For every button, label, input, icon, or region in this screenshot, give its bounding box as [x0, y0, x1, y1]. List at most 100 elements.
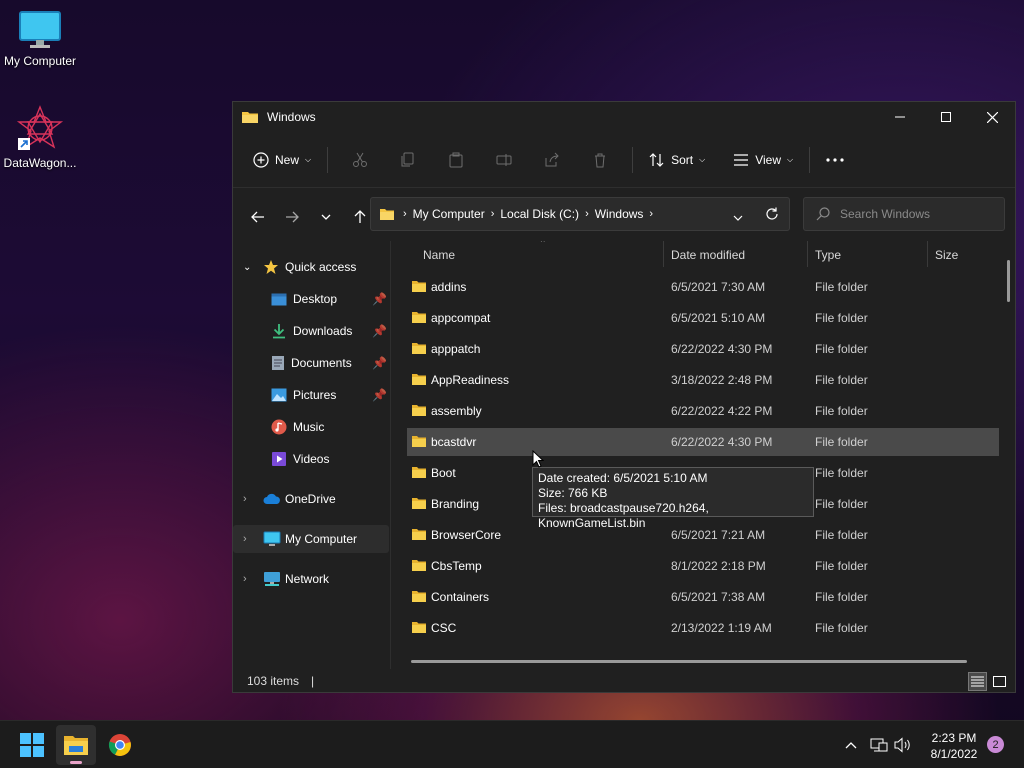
- minimize-button[interactable]: [877, 102, 923, 132]
- show-hidden-icons-button[interactable]: [840, 721, 862, 768]
- close-button[interactable]: [969, 102, 1015, 132]
- folder-icon: [412, 560, 426, 571]
- back-button[interactable]: [241, 202, 275, 232]
- search-icon: [816, 207, 830, 221]
- monitor-icon: [263, 531, 281, 546]
- chevron-right-icon[interactable]: ›: [243, 573, 263, 585]
- file-name: BrowserCore: [431, 528, 502, 542]
- nav-label: Network: [285, 572, 330, 586]
- chevron-right-icon[interactable]: ›: [243, 493, 263, 505]
- sort-button[interactable]: Sort ⌵: [641, 143, 713, 177]
- copy-button[interactable]: [384, 143, 432, 177]
- network-tray-button[interactable]: [868, 721, 890, 768]
- recent-locations-button[interactable]: [309, 202, 343, 232]
- table-row[interactable]: bcastdvr 6/22/2022 4:30 PM File folder: [407, 428, 999, 456]
- vertical-scrollbar[interactable]: [1007, 260, 1010, 302]
- table-row[interactable]: assembly 6/22/2022 4:22 PM File folder: [407, 397, 999, 425]
- column-header-date[interactable]: Date modified: [671, 248, 745, 262]
- file-type: File folder: [815, 373, 868, 387]
- table-row[interactable]: CSC 2/13/2022 1:19 AM File folder: [407, 614, 999, 642]
- nav-item-videos[interactable]: Videos: [233, 445, 389, 473]
- details-view-button[interactable]: [968, 672, 987, 691]
- horizontal-scrollbar[interactable]: [411, 660, 967, 663]
- cut-icon: [353, 152, 368, 167]
- view-button[interactable]: View ⌵: [725, 143, 801, 177]
- clock-date: 8/1/2022: [930, 747, 978, 761]
- paste-button[interactable]: [432, 143, 480, 177]
- item-count: 103 items: [247, 674, 300, 688]
- table-row[interactable]: apppatch 6/22/2022 4:30 PM File folder: [407, 335, 999, 363]
- column-header-type[interactable]: Type: [815, 248, 841, 262]
- volume-tray-button[interactable]: [892, 721, 914, 768]
- pin-icon: 📌: [372, 388, 387, 402]
- share-button[interactable]: [528, 143, 576, 177]
- new-button[interactable]: New ⌵: [245, 143, 319, 177]
- column-header-name[interactable]: Name: [423, 248, 455, 262]
- desktop-icon-my-computer[interactable]: My Computer: [0, 10, 80, 68]
- nav-item-my-computer[interactable]: › My Computer: [233, 525, 389, 553]
- nav-item-downloads[interactable]: Downloads 📌: [233, 317, 389, 345]
- delete-button[interactable]: [576, 143, 624, 177]
- nav-label: OneDrive: [285, 492, 336, 506]
- breadcrumb-local-disk[interactable]: Local Disk (C:): [500, 207, 579, 221]
- cut-button[interactable]: [336, 143, 384, 177]
- chevron-down-icon: [733, 215, 743, 221]
- file-date: 6/5/2021 5:10 AM: [671, 311, 766, 325]
- nav-item-music[interactable]: Music: [233, 413, 389, 441]
- navigation-pane: ⌄ Quick access Desktop 📌 Downloads 📌 Doc…: [233, 241, 389, 669]
- nav-quick-access[interactable]: ⌄ Quick access: [233, 253, 389, 281]
- breadcrumb-windows[interactable]: Windows: [595, 207, 644, 221]
- file-name: appcompat: [431, 311, 491, 325]
- chevron-right-icon[interactable]: ›: [243, 533, 263, 545]
- nav-item-network[interactable]: › Network: [233, 565, 389, 593]
- tooltip-size: Size: 766 KB: [538, 486, 608, 500]
- file-date: 8/1/2022 2:18 PM: [671, 559, 766, 573]
- file-name: addins: [431, 280, 467, 294]
- chevron-down-icon: [321, 214, 331, 220]
- breadcrumb-my-computer[interactable]: My Computer: [413, 207, 485, 221]
- table-row[interactable]: addins 6/5/2021 7:30 AM File folder: [407, 273, 999, 301]
- tiles-view-button[interactable]: [990, 672, 1009, 691]
- maximize-button[interactable]: [923, 102, 969, 132]
- tiles-view-icon: [993, 676, 1006, 687]
- file-name: Boot: [431, 466, 456, 480]
- nav-item-desktop[interactable]: Desktop 📌: [233, 285, 389, 313]
- folder-icon: [412, 622, 426, 633]
- maximize-icon: [941, 112, 951, 122]
- nav-item-onedrive[interactable]: › OneDrive: [233, 485, 389, 513]
- chevron-right-icon[interactable]: ›: [585, 208, 589, 220]
- title-bar[interactable]: Windows: [233, 102, 1015, 132]
- forward-button[interactable]: [275, 202, 309, 232]
- nav-item-pictures[interactable]: Pictures 📌: [233, 381, 389, 409]
- column-header-size[interactable]: Size: [935, 248, 958, 262]
- download-icon: [273, 324, 285, 339]
- rename-button[interactable]: [480, 143, 528, 177]
- more-options-button[interactable]: [818, 143, 852, 177]
- file-explorer-taskbar-button[interactable]: [56, 725, 96, 765]
- desktop-icon-datawagon[interactable]: DataWagon...: [0, 104, 80, 170]
- table-row[interactable]: appcompat 6/5/2021 5:10 AM File folder: [407, 304, 999, 332]
- folder-icon: [412, 374, 426, 385]
- chrome-taskbar-button[interactable]: [100, 725, 140, 765]
- table-row[interactable]: CbsTemp 8/1/2022 2:18 PM File folder: [407, 552, 999, 580]
- pane-divider[interactable]: [390, 241, 391, 669]
- file-date: 6/22/2022 4:22 PM: [671, 404, 773, 418]
- clock[interactable]: 2:23 PM 8/1/2022: [922, 730, 986, 762]
- nav-label: Desktop: [293, 292, 338, 306]
- details-view-icon: [971, 676, 984, 687]
- nav-item-documents[interactable]: Documents 📌: [233, 349, 389, 377]
- address-bar[interactable]: › My Computer › Local Disk (C:) › Window…: [370, 197, 790, 231]
- address-dropdown-button[interactable]: [733, 210, 743, 224]
- chevron-right-icon[interactable]: ›: [649, 208, 653, 220]
- table-row[interactable]: AppReadiness 3/18/2022 2:48 PM File folder: [407, 366, 999, 394]
- chevron-right-icon[interactable]: ›: [491, 208, 495, 220]
- start-button[interactable]: [12, 725, 52, 765]
- chevron-down-icon[interactable]: ⌄: [243, 262, 263, 273]
- shortcut-icon: [16, 105, 64, 150]
- folder-icon: [412, 405, 426, 416]
- refresh-button[interactable]: [765, 207, 779, 224]
- notification-badge[interactable]: 2: [987, 736, 1004, 753]
- command-bar: New ⌵ Sort ⌵ View ⌵: [233, 132, 1015, 188]
- table-row[interactable]: Containers 6/5/2021 7:38 AM File folder: [407, 583, 999, 611]
- search-input[interactable]: Search Windows: [803, 197, 1005, 231]
